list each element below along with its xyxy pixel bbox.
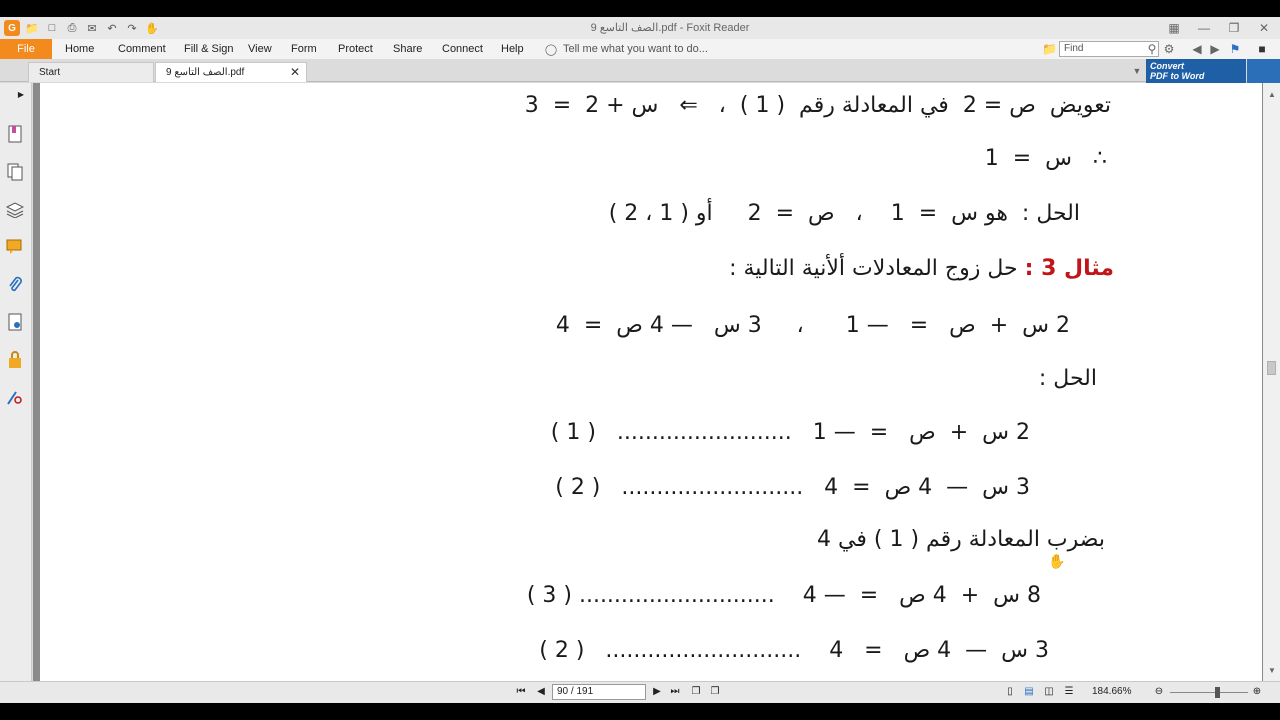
zoom-out-icon[interactable]: ⊖ <box>1152 685 1166 699</box>
bookmarks-icon[interactable] <box>6 125 24 143</box>
tell-me-search[interactable]: Tell me what you want to do... <box>563 43 708 55</box>
document-viewport[interactable]: تعويض ص = 2 في المعادلة رقم ( 1 ) ، ⇐ س … <box>33 83 1263 681</box>
equation-pair: 2 س + ص = — 1 ، 3 س — 4 ص = 4 <box>555 313 1070 338</box>
document-tab-bar: Start الصف التاسع 9.pdf ✕ ▼ Convert PDF … <box>0 59 1280 83</box>
comments-icon[interactable] <box>6 238 24 256</box>
previous-page-icon[interactable]: ◀ <box>534 685 548 699</box>
tab-document-label: الصف التاسع 9.pdf <box>166 67 245 78</box>
settings-gear-icon[interactable]: ⚙ <box>1162 41 1176 57</box>
equation-1: 2 س + ص = — 1 ......................... … <box>550 420 1030 445</box>
equation-3: 8 س + 4 ص = — 4 ........................… <box>526 583 1041 608</box>
menu-protect[interactable]: Protect <box>338 43 373 55</box>
equation-2-repeat: 3 س — 4 ص = 4 ..........................… <box>539 638 1049 663</box>
example-3-heading: مثال 3 : حل زوج المعادلات ألأنية التالية… <box>729 256 1114 281</box>
ribbon-menu-bar: File Home Comment Fill & Sign View Form … <box>0 39 1280 59</box>
pages-icon[interactable] <box>6 163 24 181</box>
last-page-icon[interactable]: ⏭ <box>668 685 682 699</box>
scroll-up-icon[interactable]: ▲ <box>1265 87 1279 103</box>
menu-help[interactable]: Help <box>501 43 524 55</box>
multiply-step: بضرب المعادلة رقم ( 1 ) في 4 <box>817 527 1105 552</box>
next-view-icon[interactable]: ❐ <box>708 685 722 699</box>
previous-view-icon[interactable]: ❐ <box>689 685 703 699</box>
file-menu[interactable]: File <box>0 39 52 59</box>
close-window-icon[interactable]: ✕ <box>1256 20 1272 36</box>
restore-icon[interactable]: ❐ <box>1226 20 1242 36</box>
example-3-text: حل زوج المعادلات ألأنية التالية : <box>729 256 1018 281</box>
find-input[interactable]: Find <box>1059 41 1159 57</box>
first-page-icon[interactable]: ⏮ <box>514 685 528 699</box>
zoom-in-icon[interactable]: ⊕ <box>1250 685 1264 699</box>
solution-label: الحل : <box>1038 366 1097 391</box>
search-icon[interactable]: ⚲ <box>1145 41 1159 57</box>
find-folder-icon[interactable]: 📁 <box>1042 41 1057 57</box>
next-result-icon[interactable]: ▶ <box>1208 41 1222 57</box>
tab-document[interactable]: الصف التاسع 9.pdf ✕ <box>155 62 307 82</box>
hand-cursor-icon: ✋ <box>1048 553 1066 569</box>
equation-line-2: ∴ س = 1 <box>984 146 1107 171</box>
scroll-down-icon[interactable]: ▼ <box>1265 663 1279 679</box>
convert-label-line1: Convert <box>1150 61 1185 71</box>
page-number-input[interactable]: 90 / 191 <box>552 684 646 700</box>
attachments-icon[interactable] <box>6 276 24 294</box>
menu-view[interactable]: View <box>248 43 272 55</box>
zoom-slider-thumb[interactable] <box>1215 687 1220 698</box>
solution-line-1: الحل : هو س = 1 ، ص = 2 أو ( 1 ، 2 ) <box>608 201 1080 226</box>
tab-list-dropdown-icon[interactable]: ▼ <box>1130 63 1144 79</box>
menu-form[interactable]: Form <box>291 43 317 55</box>
status-bar: ⏮ ◀ 90 / 191 ▶ ⏭ ❐ ❐ ▯ ▤ ◫ ☰ 184.66% ⊖ ⊕ <box>0 681 1280 703</box>
convert-pdf-to-word-button[interactable]: Convert PDF to Word <box>1146 59 1246 83</box>
layers-icon[interactable] <box>6 201 24 219</box>
vertical-scrollbar[interactable]: ▲ ▼ <box>1263 83 1280 681</box>
notification-bell-icon[interactable]: ⚑ <box>1228 41 1242 57</box>
menu-fill-sign[interactable]: Fill & Sign <box>184 43 234 55</box>
security-lock-icon[interactable] <box>6 351 24 369</box>
expand-panel-icon[interactable]: ▶ <box>14 87 28 103</box>
ribbon-display-icon[interactable]: ▦ <box>1166 20 1182 36</box>
window-title: الصف التاسع 9.pdf - Foxit Reader <box>590 22 750 34</box>
zoom-slider-track[interactable] <box>1170 692 1248 693</box>
zoom-level[interactable]: 184.66% <box>1092 686 1131 697</box>
menu-home[interactable]: Home <box>65 43 94 55</box>
search-annotation-icon[interactable] <box>6 388 24 406</box>
menu-connect[interactable]: Connect <box>442 43 483 55</box>
equation-line-1: تعويض ص = 2 في المعادلة رقم ( 1 ) ، ⇐ س … <box>524 93 1111 118</box>
example-label: مثال 3 : <box>1024 256 1114 281</box>
word-document-icon <box>1247 59 1280 83</box>
tab-start[interactable]: Start <box>28 62 154 82</box>
convert-label-line2: PDF to Word <box>1150 71 1205 81</box>
continuous-view-icon[interactable]: ▤ <box>1022 685 1036 699</box>
user-account-icon[interactable]: ■ <box>1255 41 1269 57</box>
next-page-icon[interactable]: ▶ <box>650 685 664 699</box>
tab-start-label: Start <box>39 67 61 78</box>
prev-result-icon[interactable]: ◀ <box>1190 41 1204 57</box>
title-bar: G 📁 □ ⎙ ✉ ↶ ↷ ✋ الصف التاسع 9.pdf - Foxi… <box>0 17 1280 39</box>
foxit-reader-window: G 📁 □ ⎙ ✉ ↶ ↷ ✋ الصف التاسع 9.pdf - Foxi… <box>0 17 1280 703</box>
lightbulb-icon: ◯ <box>544 44 558 56</box>
navigation-panel: ▶ <box>0 83 32 681</box>
close-tab-icon[interactable]: ✕ <box>290 63 300 82</box>
menu-share[interactable]: Share <box>393 43 422 55</box>
pdf-page: تعويض ص = 2 في المعادلة رقم ( 1 ) ، ⇐ س … <box>40 83 1262 681</box>
minimize-icon[interactable]: — <box>1196 20 1212 36</box>
facing-view-icon[interactable]: ◫ <box>1042 685 1056 699</box>
continuous-facing-icon[interactable]: ☰ <box>1062 685 1076 699</box>
single-page-view-icon[interactable]: ▯ <box>1003 685 1017 699</box>
signatures-icon[interactable] <box>6 313 24 331</box>
scroll-thumb[interactable] <box>1267 361 1276 375</box>
menu-comment[interactable]: Comment <box>118 43 166 55</box>
equation-2: 3 س — 4 ص = 4 ..........................… <box>555 475 1030 500</box>
